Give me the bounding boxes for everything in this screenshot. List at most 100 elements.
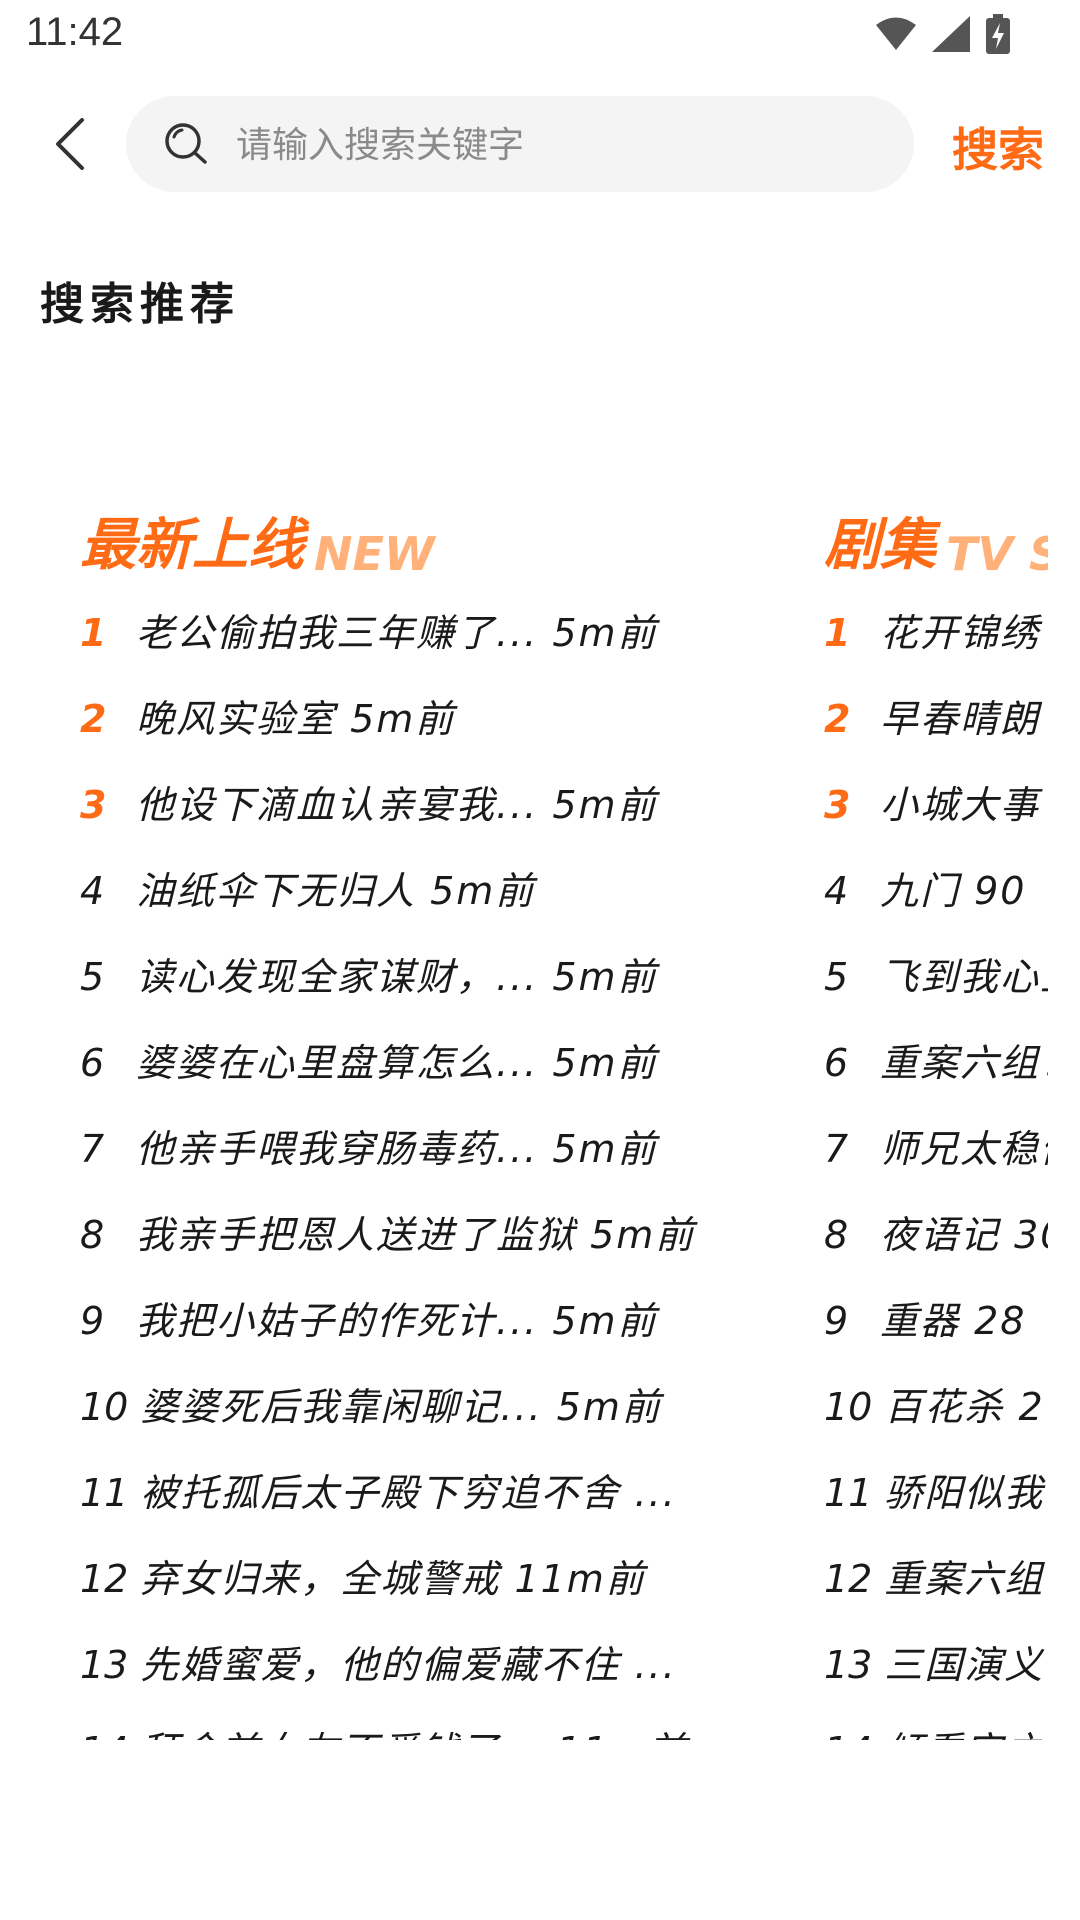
ranking-item-title: 我把小姑子的作死计... 5m前 (136, 1299, 658, 1343)
ranking-item-title: 倾看宫之 (884, 1729, 1044, 1740)
ranking-item[interactable]: 6 重案六组： (824, 1020, 1048, 1106)
ranking-item[interactable]: 14 拜金前女友不爱钱了... 11m前 (80, 1708, 780, 1740)
ranking-number: 3 (80, 783, 107, 827)
ranking-item-title: 飞到我心上 (880, 955, 1048, 999)
back-button[interactable] (38, 112, 102, 176)
ranking-number: 7 (80, 1127, 105, 1171)
ranking-number: 5 (824, 955, 849, 999)
back-arrow-icon (56, 118, 84, 170)
ranking-item[interactable]: 11 骄阳似我 (824, 1450, 1048, 1536)
ranking-item[interactable]: 4 九门 90 (824, 848, 1048, 934)
ranking-item-title: 师兄太稳健 (880, 1127, 1048, 1171)
ranking-number: 10 (80, 1385, 129, 1429)
ranking-item-title: 晚风实验室 5m前 (136, 697, 456, 741)
ranking-number: 9 (824, 1299, 849, 1343)
ranking-number: 1 (80, 611, 107, 655)
ranking-item-title: 重案六组： (880, 1041, 1048, 1085)
ranking-item[interactable]: 7 师兄太稳健 (824, 1106, 1048, 1192)
search-icon (165, 123, 207, 164)
ranking-item[interactable]: 4 油纸伞下无归人 5m前 (80, 848, 780, 934)
ranking-item[interactable]: 8 夜语记 30 (824, 1192, 1048, 1278)
ranking-item[interactable]: 1 花开锦绣 3 (824, 590, 1048, 676)
ranking-header: 剧集TV S (824, 500, 1048, 590)
ranking-item[interactable]: 1 老公偷拍我三年赚了... 5m前 (80, 590, 780, 676)
status-icons (876, 14, 1010, 54)
ranking-item-title: 婆婆死后我靠闲聊记... 5m前 (140, 1385, 662, 1429)
ranking-column-tv: 剧集TV S 1 花开锦绣 3 2 早春晴朗 3 3 小城大事 2 4 九门 90 5 飞到我心上… (824, 500, 1048, 1740)
ranking-number: 13 (824, 1643, 873, 1687)
ranking-number: 6 (80, 1041, 105, 1085)
ranking-item-title: 他设下滴血认亲宴我... 5m前 (136, 783, 658, 827)
search-box[interactable] (126, 96, 914, 192)
ranking-item[interactable]: 5 读心发现全家谋财，... 5m前 (80, 934, 780, 1020)
ranking-item[interactable]: 2 晚风实验室 5m前 (80, 676, 780, 762)
ranking-item[interactable]: 11 被托孤后太子殿下穷追不舍 ... (80, 1450, 780, 1536)
ranking-item-title: 先婚蜜爱，他的偏爱藏不住 ... (140, 1643, 677, 1687)
search-bar: 搜索 (0, 92, 1080, 196)
ranking-item-title: 婆婆在心里盘算怎么... 5m前 (136, 1041, 658, 1085)
ranking-item[interactable]: 9 我把小姑子的作死计... 5m前 (80, 1278, 780, 1364)
ranking-item[interactable]: 8 我亲手把恩人送进了监狱 5m前 (80, 1192, 780, 1278)
ranking-number: 11 (80, 1471, 129, 1515)
wifi-icon (876, 17, 916, 50)
ranking-item-title: 重器 28 (880, 1299, 1027, 1343)
ranking-number: 4 (80, 869, 105, 913)
ranking-item[interactable]: 9 重器 28 (824, 1278, 1048, 1364)
ranking-item[interactable]: 3 他设下滴血认亲宴我... 5m前 (80, 762, 780, 848)
ranking-number: 12 (80, 1557, 129, 1601)
ranking-column-new: 最新上线 NEW 1 老公偷拍我三年赚了... 5m前 2 晚风实验室 5m前 3 他设下滴… (80, 500, 780, 1740)
status-time: 11:42 (26, 10, 124, 54)
ranking-header: 最新上线 NEW (80, 500, 780, 590)
ranking-item-title: 老公偷拍我三年赚了... 5m前 (136, 611, 658, 655)
ranking-item-title: 弃女归来，全城警戒 11m前 (140, 1557, 646, 1601)
ranking-item[interactable]: 14 倾看宫之 (824, 1708, 1048, 1740)
ranking-number: 3 (824, 783, 851, 827)
ranking-item[interactable]: 10 百花杀 2 (824, 1364, 1048, 1450)
ranking-item-title: 早春晴朗 3 (880, 697, 1048, 741)
ranking-list: 1 老公偷拍我三年赚了... 5m前 2 晚风实验室 5m前 3 他设下滴血认亲宴我...… (80, 590, 780, 1740)
ranking-number: 14 (80, 1708, 128, 1740)
ranking-number: 11 (824, 1471, 873, 1515)
ranking-item[interactable]: 7 他亲手喂我穿肠毒药... 5m前 (80, 1106, 780, 1192)
ranking-number: 2 (824, 697, 851, 741)
ranking-item-title: 他亲手喂我穿肠毒药... 5m前 (136, 1127, 658, 1171)
ranking-item-title: 我亲手把恩人送进了监狱 5m前 (136, 1213, 696, 1257)
cell-signal-icon (932, 16, 970, 52)
ranking-number: 13 (80, 1643, 129, 1687)
ranking-item[interactable]: 5 飞到我心上 (824, 934, 1048, 1020)
battery-charging-icon (986, 14, 1010, 54)
ranking-item-title: 拜金前女友不爱钱了... 11m前 (140, 1729, 688, 1740)
ranking-number: 9 (80, 1299, 105, 1343)
search-input[interactable] (234, 114, 878, 176)
ranking-item[interactable]: 12 弃女归来，全城警戒 11m前 (80, 1536, 780, 1622)
ranking-number: 2 (80, 697, 107, 741)
ranking-number: 6 (824, 1041, 849, 1085)
ranking-item[interactable]: 13 先婚蜜爱，他的偏爱藏不住 ... (80, 1622, 780, 1708)
ranking-subtitle: NEW (314, 527, 435, 581)
ranking-item-title: 夜语记 30 (880, 1213, 1048, 1257)
status-bar: 11:42 (0, 0, 1080, 70)
ranking-number: 1 (824, 611, 851, 655)
ranking-title: 最新上线 (80, 513, 304, 578)
ranking-number: 14 (824, 1708, 872, 1740)
ranking-item-title: 油纸伞下无归人 5m前 (136, 869, 536, 913)
ranking-number: 5 (80, 955, 105, 999)
ranking-number: 10 (824, 1385, 873, 1429)
ranking-number: 8 (80, 1213, 105, 1257)
ranking-item[interactable]: 2 早春晴朗 3 (824, 676, 1048, 762)
ranking-item-title: 花开锦绣 3 (880, 611, 1048, 655)
ranking-carousel[interactable]: 最新上线 NEW 1 老公偷拍我三年赚了... 5m前 2 晚风实验室 5m前 3 他设下滴… (0, 500, 1048, 1740)
ranking-item[interactable]: 12 重案六组 (824, 1536, 1048, 1622)
ranking-number: 8 (824, 1213, 849, 1257)
ranking-item[interactable]: 13 三国演义 (824, 1622, 1048, 1708)
ranking-subtitle: TV S (946, 527, 1048, 581)
search-submit-button[interactable]: 搜索 (952, 114, 1044, 180)
ranking-item-title: 被托孤后太子殿下穷追不舍 ... (140, 1471, 677, 1515)
ranking-list: 1 花开锦绣 3 2 早春晴朗 3 3 小城大事 2 4 九门 90 5 飞到我心上 6 重案六组： 7… (824, 590, 1048, 1740)
ranking-item[interactable]: 3 小城大事 2 (824, 762, 1048, 848)
ranking-item[interactable]: 10 婆婆死后我靠闲聊记... 5m前 (80, 1364, 780, 1450)
ranking-item[interactable]: 6 婆婆在心里盘算怎么... 5m前 (80, 1020, 780, 1106)
ranking-item-title: 小城大事 2 (880, 783, 1048, 827)
ranking-number: 12 (824, 1557, 873, 1601)
ranking-item-title: 骄阳似我 (884, 1471, 1045, 1515)
